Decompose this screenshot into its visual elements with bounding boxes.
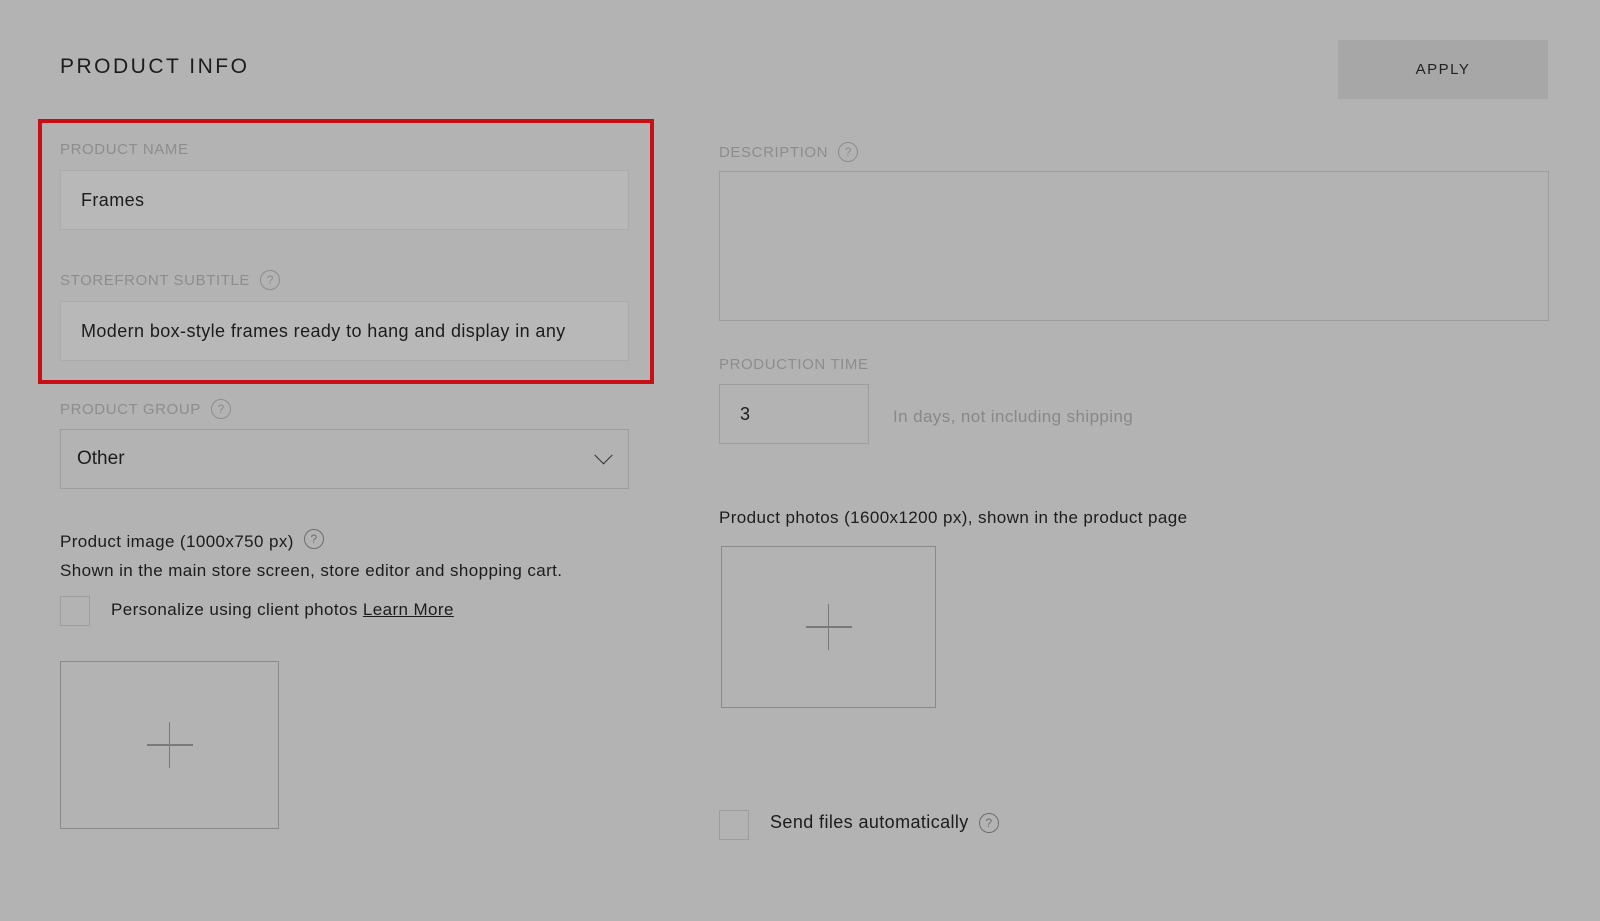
product-info-panel: PRODUCT INFO APPLY PRODUCT NAME STOREFRO…	[0, 0, 1600, 921]
chevron-down-icon	[594, 445, 613, 464]
product-group-selected: Other	[77, 448, 125, 469]
learn-more-link[interactable]: Learn More	[363, 600, 454, 619]
send-files-label: Send files automatically ?	[770, 812, 999, 833]
personalize-label: Personalize using client photos Learn Mo…	[111, 600, 454, 620]
product-name-input[interactable]	[60, 170, 629, 230]
production-time-label-text: PRODUCTION TIME	[719, 356, 869, 373]
storefront-subtitle-label-text: STOREFRONT SUBTITLE	[60, 271, 251, 289]
product-photos-title: Product photos (1600x1200 px), shown in …	[719, 508, 1188, 527]
help-icon[interactable]: ?	[838, 142, 859, 162]
production-time-input[interactable]	[719, 384, 869, 444]
storefront-subtitle-input[interactable]	[60, 301, 629, 361]
send-files-label-text: Send files automatically	[770, 812, 969, 832]
help-icon[interactable]: ?	[978, 812, 999, 833]
plus-icon	[805, 604, 852, 650]
help-icon[interactable]: ?	[303, 529, 324, 549]
description-textarea[interactable]	[719, 171, 1549, 321]
storefront-subtitle-label: STOREFRONT SUBTITLE ?	[60, 270, 281, 290]
page-title: PRODUCT INFO	[60, 55, 250, 78]
personalize-label-text: Personalize using client photos	[111, 600, 358, 619]
product-group-label: PRODUCT GROUP ?	[60, 399, 231, 419]
product-group-label-text: PRODUCT GROUP	[60, 400, 201, 418]
apply-button[interactable]: APPLY	[1338, 40, 1548, 99]
product-image-title-text: Product image (1000x750 px)	[60, 532, 294, 551]
product-photos-upload[interactable]	[721, 546, 936, 708]
personalize-checkbox[interactable]	[60, 596, 90, 626]
product-group-select[interactable]: Other	[60, 429, 629, 489]
production-time-label: PRODUCTION TIME	[719, 356, 869, 373]
description-label-text: DESCRIPTION	[719, 143, 829, 161]
description-label: DESCRIPTION ?	[719, 142, 859, 162]
product-name-label-text: PRODUCT NAME	[60, 141, 189, 158]
send-files-checkbox[interactable]	[719, 810, 749, 840]
help-icon[interactable]: ?	[260, 270, 281, 290]
help-icon[interactable]: ?	[210, 399, 231, 419]
production-time-hint: In days, not including shipping	[893, 407, 1134, 426]
product-image-title: Product image (1000x750 px) ?	[60, 529, 324, 552]
product-image-upload[interactable]	[60, 661, 279, 829]
product-name-label: PRODUCT NAME	[60, 141, 189, 158]
plus-icon	[146, 722, 193, 768]
product-image-description: Shown in the main store screen, store ed…	[60, 561, 563, 580]
